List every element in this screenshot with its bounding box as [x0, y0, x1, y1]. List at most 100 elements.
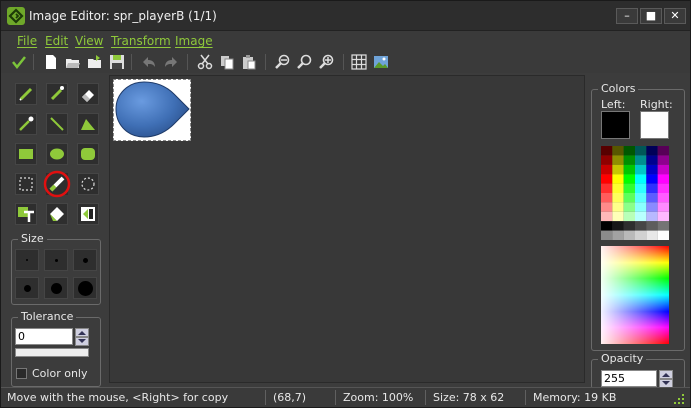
palette-swatch[interactable]: [635, 155, 647, 165]
palette-swatch[interactable]: [635, 202, 647, 212]
cut-icon[interactable]: [197, 54, 213, 70]
palette-swatch[interactable]: [646, 164, 658, 175]
palette-swatch[interactable]: [657, 230, 669, 240]
size-1-button[interactable]: [15, 249, 39, 271]
tolerance-slider[interactable]: [15, 348, 89, 357]
menu-edit[interactable]: Edit: [45, 34, 68, 48]
palette-swatch[interactable]: [657, 211, 669, 222]
opacity-input[interactable]: 255: [601, 370, 657, 387]
palette-swatch[interactable]: [612, 221, 624, 231]
palette-swatch[interactable]: [612, 202, 624, 212]
palette-swatch[interactable]: [601, 164, 613, 175]
new-icon[interactable]: [43, 54, 59, 70]
confirm-check-icon[interactable]: [11, 54, 27, 70]
palette-swatch[interactable]: [635, 221, 647, 231]
palette-swatch[interactable]: [646, 221, 658, 231]
palette-swatch[interactable]: [623, 183, 635, 193]
palette-swatch[interactable]: [612, 146, 624, 156]
palette-swatch[interactable]: [657, 174, 669, 184]
left-color-swatch[interactable]: [601, 111, 630, 139]
palette-swatch[interactable]: [635, 183, 647, 193]
magic-wand-tool-button[interactable]: [43, 170, 71, 198]
palette-swatch[interactable]: [646, 155, 658, 165]
open-icon[interactable]: [65, 54, 81, 70]
zoom-in-icon[interactable]: [319, 54, 335, 70]
palette-swatch[interactable]: [657, 155, 669, 165]
polygon-tool-button[interactable]: [77, 113, 99, 135]
eraser-tool-button[interactable]: [77, 83, 99, 105]
palette-swatch[interactable]: [646, 174, 658, 184]
color-only-checkbox[interactable]: [16, 368, 27, 379]
palette-swatch[interactable]: [657, 164, 669, 175]
palette-swatch[interactable]: [601, 211, 613, 222]
menu-transform[interactable]: Transform: [111, 34, 171, 48]
palette-swatch[interactable]: [635, 193, 647, 203]
opacity-up-button[interactable]: [659, 370, 673, 379]
rounded-rectangle-tool-button[interactable]: [77, 143, 99, 165]
palette-swatch[interactable]: [635, 174, 647, 184]
ellipse-tool-button[interactable]: [46, 143, 68, 165]
copy-icon[interactable]: [219, 54, 235, 70]
zoom-reset-icon[interactable]: [297, 54, 313, 70]
palette-swatch[interactable]: [623, 193, 635, 203]
palette-swatch[interactable]: [623, 202, 635, 212]
select-rectangle-tool-button[interactable]: [15, 173, 37, 195]
maximize-button[interactable]: ■: [640, 8, 662, 24]
palette-swatch[interactable]: [646, 193, 658, 203]
palette-swatch[interactable]: [646, 146, 658, 156]
drawing-canvas[interactable]: [109, 75, 585, 383]
paste-icon[interactable]: [241, 54, 257, 70]
palette-swatch[interactable]: [612, 193, 624, 203]
spray-tool-button[interactable]: [46, 83, 68, 105]
title-bar[interactable]: Image Editor: spr_playerB (1/1) – ■ ✕: [1, 1, 690, 31]
menu-image[interactable]: Image: [175, 34, 213, 48]
palette-swatch[interactable]: [635, 230, 647, 240]
undo-icon[interactable]: [141, 54, 157, 70]
tolerance-up-button[interactable]: [75, 328, 89, 337]
color-picker-tool-button[interactable]: [15, 113, 37, 135]
palette-swatch[interactable]: [646, 202, 658, 212]
palette-swatch[interactable]: [657, 183, 669, 193]
right-color-swatch[interactable]: [640, 111, 669, 139]
pencil-tool-button[interactable]: [15, 83, 37, 105]
tolerance-input[interactable]: 0: [15, 328, 73, 345]
palette-swatch[interactable]: [623, 164, 635, 175]
palette-swatch[interactable]: [601, 146, 613, 156]
grid-icon[interactable]: [351, 54, 367, 70]
save-icon[interactable]: [109, 54, 125, 70]
size-3-button[interactable]: [73, 249, 97, 271]
image-preview-icon[interactable]: [373, 54, 389, 70]
resize-grip-icon[interactable]: [673, 393, 685, 405]
line-tool-button[interactable]: [46, 113, 68, 135]
palette-swatch[interactable]: [646, 183, 658, 193]
palette-swatch[interactable]: [623, 230, 635, 240]
color-spectrum-picker[interactable]: [601, 246, 669, 344]
zoom-out-icon[interactable]: [275, 54, 291, 70]
fill-tool-button[interactable]: [46, 203, 68, 225]
palette-swatch[interactable]: [612, 155, 624, 165]
tolerance-down-button[interactable]: [75, 337, 89, 346]
palette-swatch[interactable]: [601, 230, 613, 240]
text-tool-button[interactable]: [15, 203, 37, 225]
palette-swatch[interactable]: [623, 221, 635, 231]
palette-swatch[interactable]: [601, 155, 613, 165]
palette-swatch[interactable]: [612, 164, 624, 175]
rectangle-tool-button[interactable]: [15, 143, 37, 165]
palette-swatch[interactable]: [623, 155, 635, 165]
redo-icon[interactable]: [163, 54, 179, 70]
palette-swatch[interactable]: [635, 146, 647, 156]
palette-swatch[interactable]: [612, 183, 624, 193]
select-ellipse-tool-button[interactable]: [77, 173, 99, 195]
menu-view[interactable]: View: [75, 34, 103, 48]
palette-swatch[interactable]: [601, 202, 613, 212]
open-folder-icon[interactable]: [87, 54, 103, 70]
palette-swatch[interactable]: [601, 221, 613, 231]
palette-swatch[interactable]: [646, 230, 658, 240]
palette-swatch[interactable]: [612, 211, 624, 222]
palette-swatch[interactable]: [601, 183, 613, 193]
flip-tool-button[interactable]: [77, 203, 99, 225]
palette-swatch[interactable]: [623, 146, 635, 156]
palette-swatch[interactable]: [612, 230, 624, 240]
palette-swatch[interactable]: [601, 174, 613, 184]
color-palette-grid[interactable]: [601, 146, 669, 240]
